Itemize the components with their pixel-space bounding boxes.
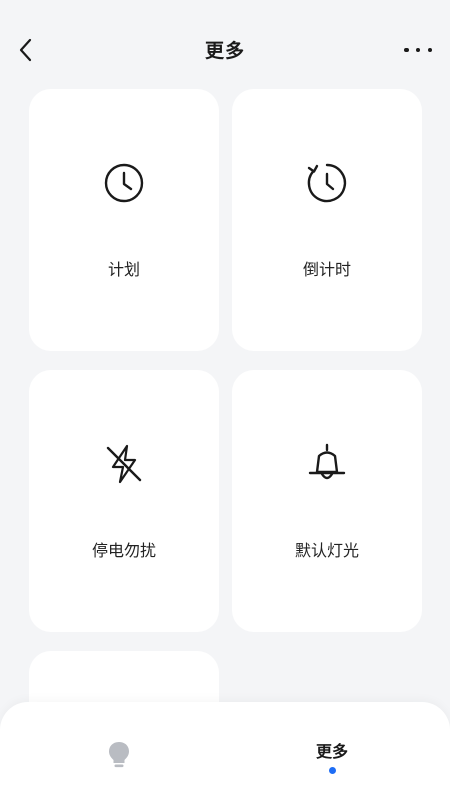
power-off-dnd-card[interactable]: 停电勿扰 — [29, 370, 219, 632]
countdown-card[interactable]: 倒计时 — [232, 89, 422, 351]
bell-icon — [308, 443, 346, 480]
power-off-dnd-label: 停电勿扰 — [91, 541, 156, 560]
tab-more[interactable]: 更多 — [300, 738, 364, 778]
active-tab-indicator — [329, 767, 336, 774]
clock-icon — [104, 163, 144, 203]
page-title: 更多 — [204, 40, 245, 62]
header: 更多 — [0, 0, 450, 96]
more-options-button[interactable] — [404, 40, 432, 60]
countdown-label: 倒计时 — [302, 260, 351, 279]
schedule-card[interactable]: 计划 — [29, 89, 219, 351]
default-light-label: 默认灯光 — [294, 541, 359, 560]
light-bulb-icon — [109, 742, 129, 768]
tab-more-label: 更多 — [315, 742, 348, 761]
bottom-tab-bar: 更多 — [0, 702, 450, 800]
power-off-icon — [106, 444, 142, 484]
more-horizontal-icon — [404, 47, 409, 53]
countdown-timer-icon — [307, 163, 347, 203]
default-light-card[interactable]: 默认灯光 — [232, 370, 422, 632]
tab-lamp[interactable] — [104, 740, 134, 770]
schedule-label: 计划 — [107, 260, 140, 279]
